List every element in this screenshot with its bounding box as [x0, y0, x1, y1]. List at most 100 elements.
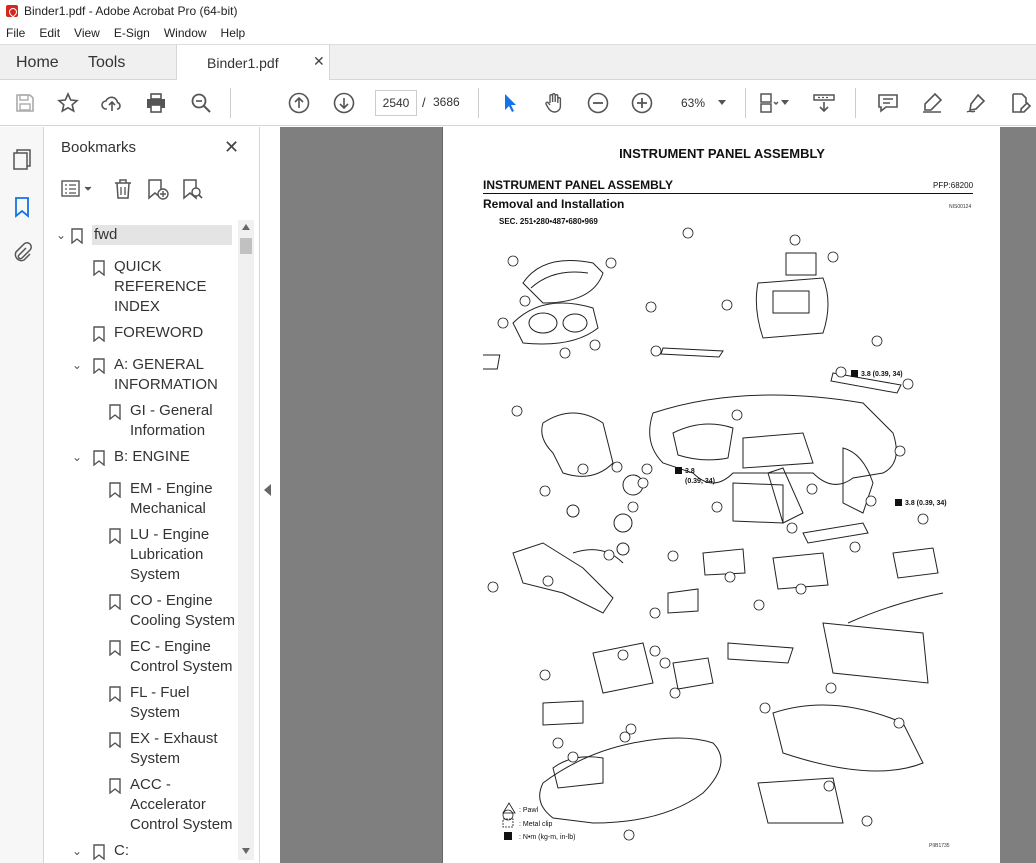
bookmark-icon [93, 358, 105, 374]
page-total: 3686 [433, 95, 460, 109]
page-number-input[interactable] [375, 90, 417, 116]
star-icon[interactable] [55, 90, 81, 116]
diagram-part [530, 271, 589, 289]
collapse-panel-icon[interactable] [264, 484, 271, 496]
comment-icon[interactable] [875, 90, 901, 116]
bookmark-item[interactable]: EC - Engine Control System [108, 637, 233, 677]
callout-marker [567, 751, 579, 763]
document-viewer[interactable]: INSTRUMENT PANEL ASSEMBLY INSTRUMENT PAN… [280, 127, 1036, 863]
chevron-down-icon[interactable] [781, 100, 789, 105]
bookmark-search-icon[interactable] [180, 177, 204, 201]
menu-view[interactable]: View [74, 26, 100, 40]
bookmark-item[interactable]: ⌄ fwd [56, 225, 232, 245]
save-icon[interactable] [12, 90, 38, 116]
menu-edit[interactable]: Edit [39, 26, 60, 40]
zoom-search-icon[interactable] [188, 90, 214, 116]
hand-tool-icon[interactable] [541, 90, 567, 116]
chevron-down-icon[interactable] [718, 100, 726, 105]
bookmark-item[interactable]: EX - Exhaust System [108, 729, 218, 769]
menu-bar: File Edit View E-Sign Window Help [0, 22, 1036, 44]
chevron-down-icon[interactable]: ⌄ [72, 844, 86, 861]
menu-file[interactable]: File [6, 26, 25, 40]
diagram-part [742, 432, 814, 469]
menu-window[interactable]: Window [164, 26, 207, 40]
options-menu-icon[interactable] [60, 177, 96, 201]
diagram-part [667, 588, 699, 614]
tab-home[interactable]: Home [16, 54, 59, 72]
callout-marker [589, 339, 601, 351]
chevron-down-icon[interactable]: ⌄ [72, 450, 86, 467]
menu-esign[interactable]: E-Sign [114, 26, 150, 40]
bookmark-item[interactable]: ⌄ A: GENERAL INFORMATION [72, 355, 218, 395]
upload-cloud-icon[interactable] [99, 90, 125, 116]
callout-marker [682, 227, 694, 239]
tab-document[interactable]: Binder1.pdf ✕ [176, 45, 330, 81]
bookmark-label: A: GENERAL INFORMATION [114, 356, 218, 393]
edit-pdf-icon[interactable] [1007, 90, 1033, 116]
sign-pen-icon[interactable] [963, 90, 989, 116]
select-cursor-icon[interactable] [497, 90, 523, 116]
bookmark-label: ACC - Accelerator Control System [130, 776, 233, 833]
bookmark-item[interactable]: QUICK REFERENCE INDEX [92, 257, 207, 317]
bookmark-item[interactable]: CO - Engine Cooling System [108, 591, 235, 631]
diagram-part [541, 412, 614, 477]
callout-marker [902, 378, 914, 390]
callout-marker [786, 522, 798, 534]
exploded-diagram: 3.8 (0.39, 34) 3.8 (0.39, 34) 3.8 (0.39,… [483, 227, 947, 841]
torque-label-1: 3.8 (0.39, 34) [861, 371, 903, 378]
scroll-down-icon[interactable] [242, 848, 250, 854]
page-thumbnails-icon[interactable] [10, 147, 34, 171]
scroll-mode-icon[interactable] [811, 90, 837, 116]
close-panel-icon[interactable]: ✕ [224, 137, 239, 158]
callout-marker [645, 301, 657, 313]
chevron-down-icon[interactable]: ⌄ [56, 228, 70, 245]
callout-marker [603, 549, 615, 561]
chevron-down-icon[interactable]: ⌄ [72, 358, 86, 395]
scrollbar-thumb[interactable] [240, 238, 252, 254]
zoom-out-icon[interactable] [585, 90, 611, 116]
callout-marker [724, 571, 736, 583]
page-header: INSTRUMENT PANEL ASSEMBLY [619, 146, 825, 161]
bookmark-item[interactable]: FOREWORD [92, 323, 203, 343]
bookmark-item[interactable]: FL - Fuel System [108, 683, 189, 723]
scroll-up-icon[interactable] [242, 224, 250, 230]
torque-icon [504, 832, 512, 840]
torque-label-2b: (0.39, 34) [685, 478, 715, 485]
bookmark-item[interactable]: ACC - Accelerator Control System [108, 775, 233, 835]
toolbar-divider [745, 88, 746, 118]
previous-page-icon[interactable] [286, 90, 312, 116]
new-bookmark-icon[interactable] [145, 177, 169, 201]
diagram-part [672, 657, 714, 690]
close-tab-icon[interactable]: ✕ [313, 53, 325, 70]
delete-bookmark-icon[interactable] [111, 177, 135, 201]
menu-help[interactable]: Help [221, 26, 246, 40]
legend-clip: : Metal clip [519, 821, 553, 828]
bookmark-icon [109, 640, 121, 656]
bookmark-item[interactable]: ⌄ B: ENGINE [72, 447, 190, 467]
bookmark-item[interactable]: LU - Engine Lubrication System [108, 525, 209, 585]
bookmark-panel-icon[interactable] [10, 195, 34, 219]
attachment-icon[interactable] [10, 241, 34, 265]
section-rule [483, 193, 973, 194]
bookmark-icon [109, 778, 121, 794]
callout-marker [617, 649, 629, 661]
bookmark-item[interactable]: EM - Engine Mechanical [108, 479, 213, 519]
bookmark-label: EC - Engine Control System [130, 638, 233, 675]
page-display-icon[interactable] [756, 90, 782, 116]
bookmark-label: CO - Engine Cooling System [130, 592, 236, 629]
torque-label-2a: 3.8 [685, 468, 695, 475]
bookmarks-scrollbar[interactable] [238, 220, 254, 860]
tab-tools[interactable]: Tools [88, 54, 125, 72]
bookmark-item[interactable]: GI - General Information [108, 401, 213, 441]
pdf-page: INSTRUMENT PANEL ASSEMBLY INSTRUMENT PAN… [442, 127, 1000, 863]
diagram-part [512, 302, 599, 345]
bookmark-label: QUICK REFERENCE INDEX [114, 258, 207, 315]
next-page-icon[interactable] [331, 90, 357, 116]
zoom-in-icon[interactable] [629, 90, 655, 116]
bookmark-item[interactable]: ⌄ C: [72, 841, 129, 861]
torque-icon [675, 467, 682, 474]
diagram-part [802, 522, 869, 544]
highlight-pen-icon[interactable] [919, 90, 945, 116]
print-icon[interactable] [143, 90, 169, 116]
callout-marker [649, 645, 661, 657]
